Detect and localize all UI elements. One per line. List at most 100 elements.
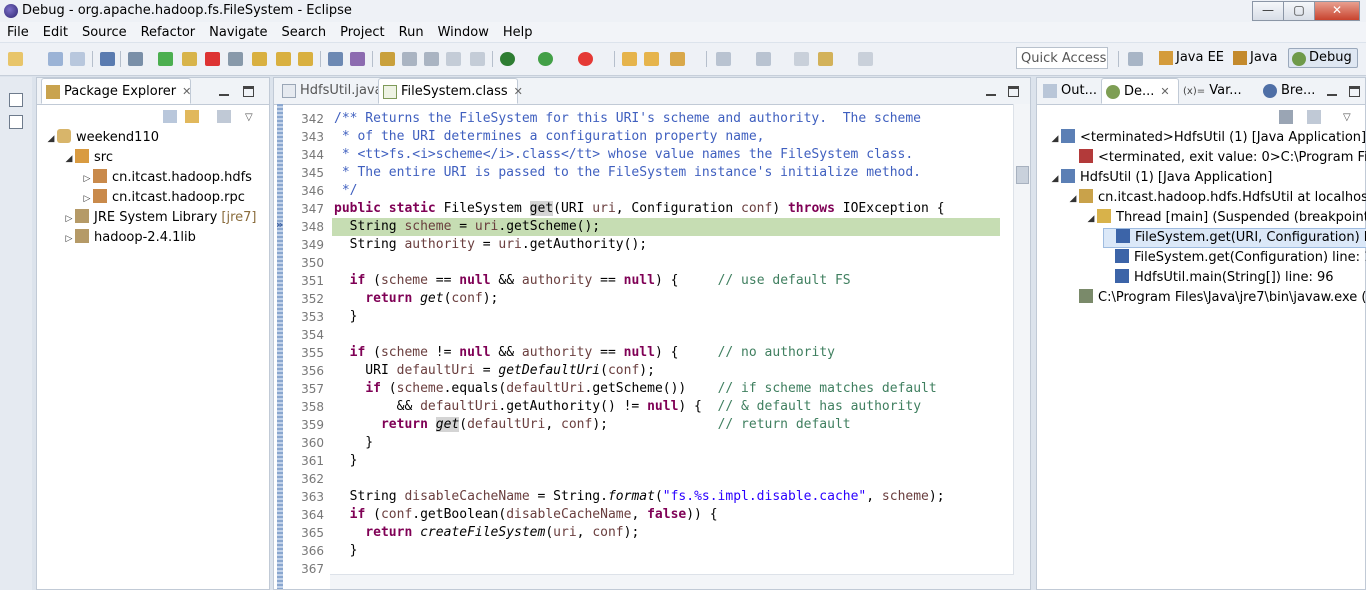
- code-line[interactable]: return get(defaultUri, conf); // return …: [334, 416, 851, 434]
- tree-item-package-hdfs[interactable]: ▷ cn.itcast.hadoop.hdfs: [81, 168, 252, 188]
- tree-item-jre-library[interactable]: ▷ JRE System Library [jre7]: [63, 208, 257, 228]
- debug-tree-item[interactable]: ◢ <terminated>HdfsUtil (1) [Java Applicat…: [1049, 128, 1366, 148]
- code-line[interactable]: String authority = uri.getAuthority();: [334, 236, 647, 254]
- open-perspective-icon[interactable]: [1128, 52, 1143, 66]
- menu-project[interactable]: Project: [333, 22, 391, 41]
- expand-toggle-icon[interactable]: ◢: [1049, 169, 1061, 189]
- expand-toggle-icon[interactable]: ◢: [45, 129, 57, 149]
- minimize-view-icon[interactable]: [1327, 90, 1337, 96]
- drop-to-frame-icon[interactable]: [328, 52, 343, 66]
- use-step-filters-icon[interactable]: [350, 52, 365, 66]
- save-all-icon[interactable]: [70, 52, 85, 66]
- tree-item-weekend110[interactable]: ◢ weekend110: [45, 128, 159, 148]
- maximize-view-icon[interactable]: [243, 86, 254, 97]
- menu-run[interactable]: Run: [392, 22, 431, 41]
- close-tab-icon[interactable]: ✕: [1160, 85, 1169, 98]
- tab-debug[interactable]: De... ✕: [1101, 78, 1179, 104]
- perspective-debug[interactable]: Debug: [1288, 48, 1358, 68]
- maximize-view-icon[interactable]: [1349, 86, 1360, 97]
- expand-toggle-icon[interactable]: ◢: [1049, 129, 1061, 149]
- debug-launch-icon[interactable]: [500, 52, 515, 66]
- code-line[interactable]: String disableCacheName = String.format(…: [334, 488, 945, 506]
- code-line[interactable]: */: [334, 182, 358, 200]
- debug-tree-item[interactable]: <terminated, exit value: 0>C:\Program Fi…: [1067, 148, 1366, 168]
- tab-package-explorer[interactable]: Package Explorer ✕: [41, 78, 191, 104]
- code-line[interactable]: }: [334, 542, 358, 560]
- new-icon[interactable]: [8, 52, 23, 66]
- suspend-icon[interactable]: [182, 52, 197, 66]
- run-icon[interactable]: [538, 52, 553, 66]
- menu-navigate[interactable]: Navigate: [202, 22, 274, 41]
- code-line[interactable]: * The entire URI is passed to the FileSy…: [334, 164, 921, 182]
- close-tab-icon[interactable]: ✕: [182, 85, 191, 98]
- chevron-down-icon[interactable]: ▽: [245, 112, 253, 123]
- expand-toggle-icon[interactable]: ◢: [63, 149, 75, 169]
- debug-tree-item[interactable]: FileSystem.get(Configuration) line: 167: [1103, 248, 1366, 268]
- expand-toggle-icon[interactable]: ▷: [63, 209, 75, 229]
- menu-window[interactable]: Window: [431, 22, 496, 41]
- code-line[interactable]: && defaultUri.getAuthority() != null) { …: [334, 398, 921, 416]
- skip-breakpoints-icon[interactable]: [128, 52, 143, 66]
- perspective-java-ee[interactable]: Java EE: [1156, 48, 1229, 68]
- next-annotation-icon[interactable]: [756, 52, 771, 66]
- search-icon[interactable]: [670, 52, 685, 66]
- toolbar-tool-icon[interactable]: [446, 52, 461, 66]
- code-line[interactable]: * of the URI determines a configuration …: [334, 128, 765, 146]
- remove-terminated-icon[interactable]: [1279, 110, 1293, 124]
- step-return-icon[interactable]: [298, 52, 313, 66]
- tree-item-src[interactable]: ◢ src: [63, 148, 113, 168]
- minimize-button[interactable]: —: [1252, 1, 1284, 21]
- code-line[interactable]: * <tt>fs.<i>scheme</i>.class</tt> whose …: [334, 146, 913, 164]
- expand-toggle-icon[interactable]: ▷: [63, 229, 75, 249]
- code-line[interactable]: String scheme = uri.getScheme();: [334, 218, 601, 236]
- view-stack-icon[interactable]: [9, 115, 23, 129]
- perspective-java[interactable]: Java: [1230, 48, 1282, 68]
- expand-toggle-icon[interactable]: ▷: [81, 189, 93, 209]
- new-package-icon[interactable]: [644, 52, 659, 66]
- resume-icon[interactable]: [158, 52, 173, 66]
- view-menu-icon[interactable]: [217, 110, 231, 123]
- menu-help[interactable]: Help: [496, 22, 540, 41]
- code-line[interactable]: }: [334, 434, 373, 452]
- toolbar-tool-icon[interactable]: [402, 52, 417, 66]
- back-icon[interactable]: [818, 52, 833, 66]
- code-editor[interactable]: 342 /** Returns the FileSystem for this U…: [274, 78, 1030, 589]
- quick-access-input[interactable]: Quick Access: [1016, 47, 1108, 69]
- toolbar-tool-icon[interactable]: [470, 52, 485, 66]
- annotation-icon[interactable]: [716, 52, 731, 66]
- scrollbar-thumb[interactable]: [1016, 166, 1029, 184]
- minimize-view-icon[interactable]: [219, 90, 229, 96]
- code-line[interactable]: }: [334, 308, 358, 326]
- collapse-all-icon[interactable]: [163, 110, 177, 123]
- tab-variables[interactable]: (x)= Var...: [1179, 78, 1263, 104]
- code-line[interactable]: if (conf.getBoolean(disableCacheName, fa…: [334, 506, 718, 524]
- debug-tree-item[interactable]: FileSystem.get(URI, Configuration) line: [1103, 228, 1366, 248]
- debug-tree-item[interactable]: HdfsUtil.main(String[]) line: 96: [1103, 268, 1334, 288]
- expand-toggle-icon[interactable]: ◢: [1067, 189, 1079, 209]
- toggle-mark-icon[interactable]: [380, 52, 395, 66]
- vertical-scrollbar[interactable]: [1013, 104, 1030, 589]
- code-line[interactable]: }: [334, 452, 358, 470]
- disconnect-icon[interactable]: [228, 52, 243, 66]
- menu-search[interactable]: Search: [274, 22, 333, 41]
- link-with-editor-icon[interactable]: [185, 110, 199, 123]
- tab-breakpoints[interactable]: Bre...: [1259, 78, 1351, 104]
- terminate-icon[interactable]: [205, 52, 220, 66]
- code-line[interactable]: /** Returns the FileSystem for this URI'…: [334, 110, 921, 128]
- debug-tree-item[interactable]: ◢ cn.itcast.hadoop.hdfs.HdfsUtil at local…: [1067, 188, 1366, 208]
- debug-tree-item[interactable]: ◢ Thread [main] (Suspended (breakpoint at: [1085, 208, 1366, 228]
- tree-item-hadoop-lib[interactable]: ▷ hadoop-2.4.1lib: [63, 228, 196, 248]
- debug-tree-item[interactable]: ◢ HdfsUtil (1) [Java Application]: [1049, 168, 1272, 188]
- close-button[interactable]: ✕: [1314, 1, 1360, 21]
- debug-tree-item[interactable]: C:\Program Files\Java\jre7\bin\javaw.exe…: [1067, 288, 1366, 308]
- menu-file[interactable]: File: [0, 22, 36, 41]
- code-line[interactable]: if (scheme != null && authority == null)…: [334, 344, 835, 362]
- restore-button[interactable]: ▢: [1283, 1, 1315, 21]
- forward-icon[interactable]: [858, 52, 873, 66]
- external-tools-icon[interactable]: [578, 52, 593, 66]
- code-line[interactable]: return get(conf);: [334, 290, 498, 308]
- menu-source[interactable]: Source: [75, 22, 134, 41]
- code-line[interactable]: if (scheme.equals(defaultUri.getScheme()…: [334, 380, 936, 398]
- code-line[interactable]: public static FileSystem get(URI uri, Co…: [334, 200, 945, 218]
- code-line[interactable]: return createFileSystem(uri, conf);: [334, 524, 639, 542]
